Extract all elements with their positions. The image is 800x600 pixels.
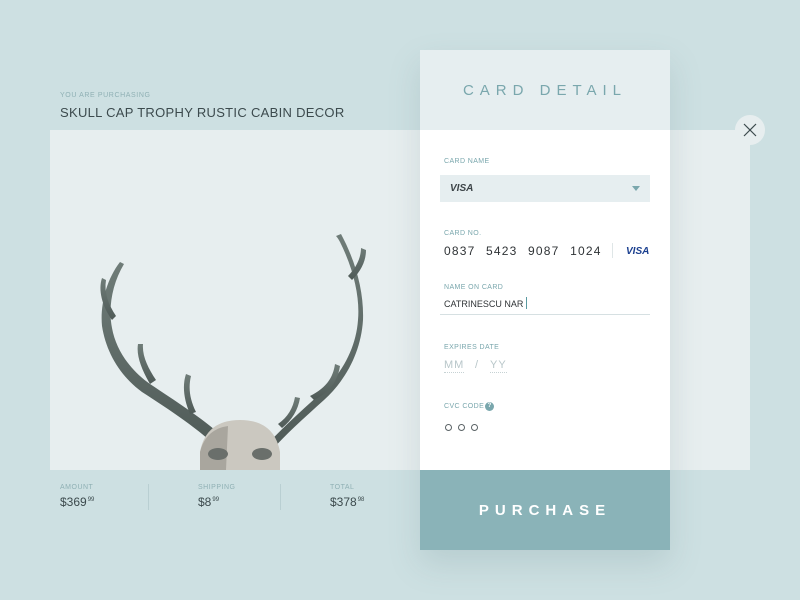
card-number-field[interactable]: 0837 5423 9087 1024 [444, 244, 602, 258]
shipping-summary: SHIPPING $899 [198, 484, 235, 509]
total-cents: 98 [357, 497, 365, 503]
card-name-value: VISA [450, 183, 474, 194]
purchasing-eyebrow: YOU ARE PURCHASING [60, 92, 151, 99]
total-dollars: $378 [330, 495, 357, 509]
product-header: YOU ARE PURCHASING SKULL CAP TROPHY RUST… [60, 92, 345, 120]
price-divider [280, 484, 281, 510]
visa-logo-icon: VISA [626, 246, 650, 257]
amount-summary: AMOUNT $36999 [60, 484, 94, 509]
chevron-down-icon [632, 186, 640, 191]
close-button[interactable] [735, 115, 765, 145]
card-detail-title: CARD DETAIL [462, 82, 628, 99]
cvc-dot [471, 424, 478, 431]
expires-year-input[interactable]: YY [490, 359, 507, 373]
expires-date-label: EXPIRES DATE [444, 344, 500, 351]
price-summary: AMOUNT $36999 SHIPPING $899 TOTAL $37898 [60, 484, 410, 514]
amount-cents: 99 [87, 497, 95, 503]
card-no-label: CARD NO. [444, 230, 482, 237]
shipping-value: $899 [198, 495, 235, 509]
shipping-label: SHIPPING [198, 484, 236, 491]
expires-month-input[interactable]: MM [444, 359, 465, 373]
card-name-select[interactable]: VISA [440, 175, 650, 202]
amount-label: AMOUNT [60, 484, 94, 491]
name-on-card-input[interactable] [440, 294, 650, 315]
price-divider [148, 484, 149, 510]
card-number-divider [612, 243, 613, 258]
expires-separator: / [475, 359, 479, 371]
total-label: TOTAL [330, 484, 355, 491]
card-detail-panel: CARD DETAIL CARD NAME VISA CARD NO. 0837… [420, 50, 670, 550]
antler-skull-image [100, 234, 366, 470]
card-name-label: CARD NAME [444, 158, 490, 165]
shipping-cents: 99 [212, 497, 220, 503]
product-title: SKULL CAP TROPHY RUSTIC CABIN DECOR [60, 105, 345, 120]
cvc-dot [445, 424, 452, 431]
cvc-code-input[interactable] [445, 418, 484, 436]
cvc-code-label: CVC CODE [444, 403, 485, 410]
text-cursor [526, 297, 527, 309]
amount-dollars: $369 [60, 495, 87, 509]
total-summary: TOTAL $37898 [330, 484, 364, 509]
purchase-label: PURCHASE [478, 501, 612, 519]
total-value: $37898 [330, 495, 364, 509]
amount-value: $36999 [60, 495, 94, 509]
card-detail-header: CARD DETAIL [420, 50, 670, 130]
close-icon [743, 123, 757, 137]
cvc-dot [458, 424, 465, 431]
purchase-button[interactable]: PURCHASE [420, 470, 670, 550]
name-on-card-label: NAME ON CARD [444, 284, 504, 291]
help-icon[interactable]: ? [485, 402, 494, 411]
shipping-dollars: $8 [198, 495, 212, 509]
